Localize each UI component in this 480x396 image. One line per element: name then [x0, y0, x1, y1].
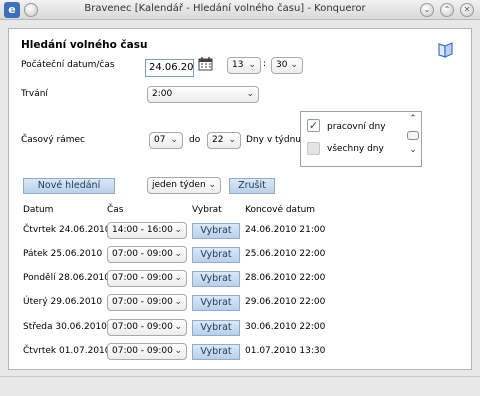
- row-date: Úterý 29.06.2010: [23, 297, 103, 307]
- row-time-value: 07:00 - 09:00: [112, 346, 173, 356]
- row-date: Čtvrtek 01.07.2010: [23, 346, 111, 356]
- duration-select[interactable]: 2:00 ⌄: [147, 86, 259, 103]
- time-separator: :: [263, 59, 267, 69]
- workdays-option-label: pracovní dny: [327, 122, 386, 132]
- row-select-button[interactable]: Vybrat: [192, 271, 240, 287]
- from-hour-value: 07: [154, 135, 166, 145]
- close-button[interactable]: ✕: [460, 3, 474, 17]
- maximize-button[interactable]: ⌃: [440, 3, 454, 17]
- start-label: Počáteční datum/čas: [21, 60, 115, 70]
- minute-select[interactable]: 30 ⌄: [271, 57, 303, 74]
- range-value: jeden týden: [152, 180, 206, 190]
- chevron-down-icon: ⌄: [290, 60, 298, 70]
- row-date: Pondělí 28.06.2010: [23, 273, 110, 283]
- row-time-value: 07:00 - 09:00: [112, 249, 173, 259]
- row-time-select[interactable]: 07:00 - 09:00 ⌄: [107, 294, 187, 311]
- duration-value: 2:00: [152, 89, 173, 99]
- konqueror-icon[interactable]: e: [4, 2, 20, 18]
- to-label: do: [189, 135, 201, 145]
- row-time-select[interactable]: 07:00 - 09:00 ⌄: [107, 246, 187, 263]
- content-frame: Hledání volného času Počáteční datum/čas…: [8, 28, 472, 370]
- help-book-icon[interactable]: [437, 41, 455, 59]
- window-menu-button[interactable]: [24, 3, 38, 17]
- scroll-down-icon[interactable]: ⌄: [407, 145, 419, 155]
- alldays-option-label: všechny dny: [327, 144, 384, 154]
- row-end-date: 28.06.2010 22:00: [245, 273, 326, 283]
- range-select[interactable]: jeden týden ⌄: [147, 177, 221, 194]
- listbox-scrollbar[interactable]: ⌃ ⌄: [407, 114, 419, 165]
- row-select-button[interactable]: Vybrat: [192, 223, 240, 239]
- chevron-down-icon: ⌄: [228, 135, 236, 145]
- weekdays-listbox[interactable]: ✓ pracovní dny všechny dny ⌃ ⌄: [300, 111, 422, 167]
- minute-value: 30: [276, 60, 288, 70]
- hour-select[interactable]: 13 ⌄: [227, 57, 261, 74]
- row-time-value: 07:00 - 09:00: [112, 273, 173, 283]
- row-time-select[interactable]: 07:00 - 09:00 ⌄: [107, 270, 187, 287]
- status-bar: [0, 376, 480, 396]
- workdays-checkbox[interactable]: ✓: [307, 119, 320, 132]
- header-date: Datum: [23, 205, 54, 215]
- chevron-down-icon: ⌄: [170, 135, 178, 145]
- row-time-value: 14:00 - 16:00: [112, 225, 173, 235]
- row-date: Pátek 25.06.2010: [23, 249, 103, 259]
- calendar-icon[interactable]: [198, 56, 214, 72]
- chevron-down-icon: ⌄: [174, 322, 182, 332]
- window-title: Bravenec [Kalendář - Hledání volného čas…: [84, 3, 366, 14]
- chevron-down-icon: ⌄: [208, 180, 216, 190]
- scroll-thumb[interactable]: [407, 131, 419, 140]
- duration-label: Trvání: [21, 89, 48, 99]
- chevron-down-icon: ⌄: [174, 273, 182, 283]
- timeframe-label: Časový rámec: [21, 135, 85, 145]
- row-select-button[interactable]: Vybrat: [192, 247, 240, 263]
- start-date-input[interactable]: 24.06.201: [145, 59, 194, 77]
- minimize-button[interactable]: ⌄: [420, 3, 434, 17]
- row-time-select[interactable]: 07:00 - 09:00 ⌄: [107, 343, 187, 360]
- chevron-down-icon: ⌄: [248, 60, 256, 70]
- header-end-date: Koncové datum: [245, 205, 316, 215]
- window-titlebar: e Bravenec [Kalendář - Hledání volného č…: [0, 0, 480, 20]
- new-search-button[interactable]: Nové hledání: [23, 178, 115, 194]
- header-time: Čas: [107, 205, 124, 215]
- row-select-button[interactable]: Vybrat: [192, 344, 240, 360]
- hour-value: 13: [232, 60, 244, 70]
- row-time-value: 07:00 - 09:00: [112, 297, 173, 307]
- weekdays-label: Dny v týdnu: [246, 135, 301, 145]
- header-select: Vybrat: [192, 205, 222, 215]
- row-end-date: 30.06.2010 22:00: [245, 322, 326, 332]
- chevron-down-icon: ⌄: [174, 225, 182, 235]
- to-hour-value: 22: [212, 135, 224, 145]
- from-hour-select[interactable]: 07 ⌄: [149, 132, 183, 149]
- chevron-down-icon: ⌄: [246, 89, 254, 99]
- row-time-value: 07:00 - 09:00: [112, 322, 173, 332]
- row-end-date: 25.06.2010 22:00: [245, 249, 326, 259]
- scroll-up-icon[interactable]: ⌃: [407, 114, 419, 124]
- row-end-date: 01.07.2010 13:30: [245, 346, 326, 356]
- cancel-button[interactable]: Zrušit: [229, 178, 275, 194]
- row-time-select[interactable]: 14:00 - 16:00 ⌄: [107, 222, 187, 239]
- row-select-button[interactable]: Vybrat: [192, 295, 240, 311]
- row-end-date: 24.06.2010 21:00: [245, 225, 326, 235]
- to-hour-select[interactable]: 22 ⌄: [207, 132, 241, 149]
- row-select-button[interactable]: Vybrat: [192, 320, 240, 336]
- page-title: Hledání volného času: [21, 39, 148, 51]
- row-end-date: 29.06.2010 22:00: [245, 297, 326, 307]
- row-date: Středa 30.06.2010: [23, 322, 107, 332]
- alldays-checkbox[interactable]: [307, 142, 320, 155]
- chevron-down-icon: ⌄: [174, 249, 182, 259]
- row-time-select[interactable]: 07:00 - 09:00 ⌄: [107, 319, 187, 336]
- chevron-down-icon: ⌄: [174, 346, 182, 356]
- chevron-down-icon: ⌄: [174, 297, 182, 307]
- row-date: Čtvrtek 24.06.2010: [23, 225, 111, 235]
